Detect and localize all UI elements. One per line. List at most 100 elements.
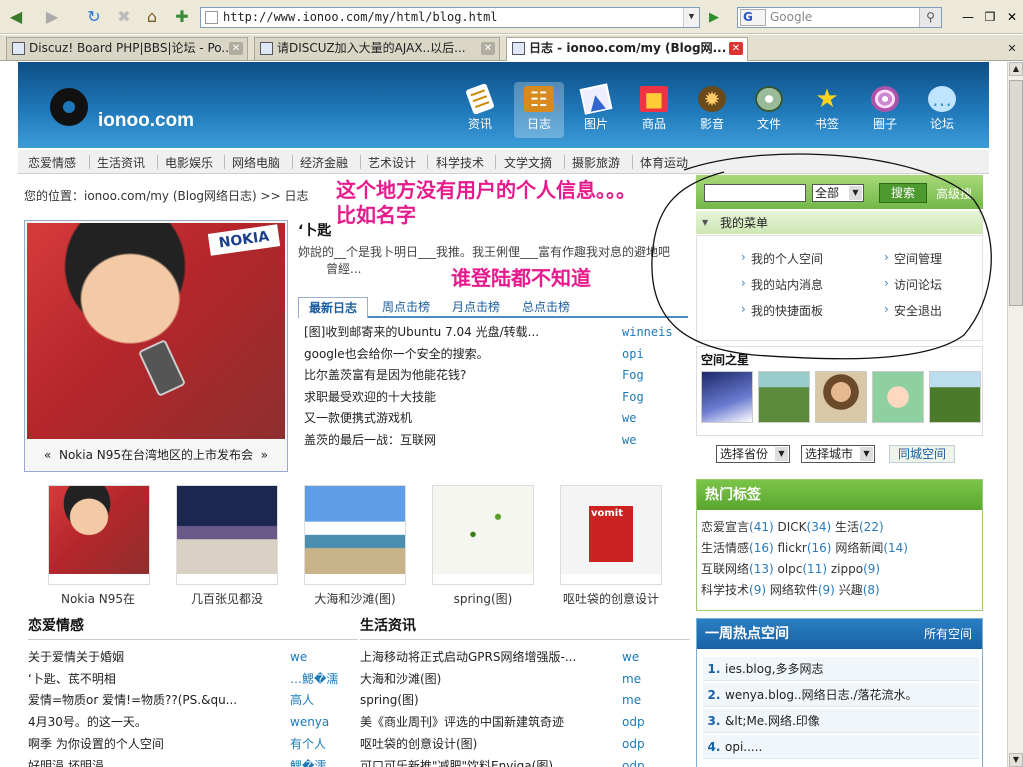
vertical-scrollbar[interactable]: ▲ ▼: [1007, 62, 1023, 767]
list-item-title[interactable]: google也会给你一个安全的搜索。: [304, 344, 489, 364]
city-select[interactable]: 选择城市 ▼: [801, 445, 875, 463]
list-item-title[interactable]: 关于爱情关于婚姻: [28, 647, 124, 668]
back-arrow-icon[interactable]: ◀: [6, 8, 26, 26]
new-tab-icon[interactable]: ✚: [172, 8, 192, 26]
list-item-title[interactable]: 又一款便携式游戏机: [304, 408, 412, 428]
minimize-icon[interactable]: —: [960, 9, 976, 25]
tag-link[interactable]: 互联网络(13): [701, 562, 774, 576]
hot-space-name[interactable]: &lt;Me.网络.印像: [725, 714, 820, 728]
category-link[interactable]: 艺术设计: [368, 154, 416, 171]
list-item-user[interactable]: winneis: [622, 322, 673, 342]
category-link[interactable]: 恋爱情感: [28, 154, 76, 171]
tag-link[interactable]: 兴趣(8): [839, 583, 880, 597]
tab-latest[interactable]: 最新日志: [298, 297, 369, 318]
star-avatar[interactable]: [929, 371, 981, 423]
nav-forum[interactable]: … 论坛: [917, 82, 967, 138]
category-link[interactable]: 生活资讯: [97, 154, 145, 171]
reload-icon[interactable]: ↻: [84, 8, 104, 26]
forward-arrow-icon[interactable]: ▶: [42, 8, 62, 26]
list-item-title[interactable]: 大海和沙滩(图): [360, 669, 441, 690]
tab-blog[interactable]: 日志 - ionoo.com/my (Blog网... ✕: [506, 37, 748, 61]
tag-link[interactable]: olpc(11): [777, 562, 827, 576]
list-item-user[interactable]: me: [622, 690, 641, 711]
hot-space-item[interactable]: 1. ies.blog,多多网志: [703, 657, 979, 681]
my-menu-header[interactable]: ▼ 我的菜单: [696, 210, 983, 234]
menu-visit-forum[interactable]: 访问论坛: [884, 276, 942, 293]
prev-arrow[interactable]: «: [44, 448, 51, 462]
tab-discuz[interactable]: Discuz! Board PHP|BBS|论坛 - Po... ✕: [6, 37, 248, 60]
tab-weekly[interactable]: 周点击榜: [372, 297, 440, 318]
search-button[interactable]: 搜索: [879, 183, 927, 203]
feature-photo[interactable]: NOKIA: [27, 223, 285, 439]
logo-text[interactable]: ionoo.com: [98, 110, 194, 132]
list-item-title[interactable]: spring(图): [360, 690, 419, 711]
tab-total[interactable]: 总点击榜: [512, 297, 580, 318]
city-space-button[interactable]: 同城空间: [889, 445, 955, 463]
tag-link[interactable]: 网络软件(9): [770, 583, 835, 597]
menu-messages[interactable]: 我的站内消息: [741, 276, 823, 293]
search-icon[interactable]: ⚲: [919, 8, 941, 27]
tag-link[interactable]: 恋爱宣言(41): [701, 520, 774, 534]
tag-link[interactable]: 网络新闻(14): [835, 541, 908, 555]
category-link[interactable]: 网络电脑: [232, 154, 280, 171]
section-title-love[interactable]: 恋爱情感: [28, 615, 358, 640]
home-icon[interactable]: ⌂: [142, 8, 162, 26]
tag-link[interactable]: zippo(9): [831, 562, 880, 576]
collapse-triangle-icon[interactable]: ▼: [702, 211, 708, 235]
tab-close-icon[interactable]: ✕: [481, 42, 495, 55]
list-item-user[interactable]: me: [622, 669, 641, 690]
star-avatar[interactable]: [872, 371, 924, 423]
tag-link[interactable]: 生活情感(16): [701, 541, 774, 555]
scroll-up-icon[interactable]: ▲: [1009, 62, 1023, 76]
tab-close-icon[interactable]: ✕: [229, 42, 243, 55]
category-link[interactable]: 科学技术: [436, 154, 484, 171]
advanced-search-link[interactable]: 高级搜: [936, 185, 972, 202]
tag-link[interactable]: flickr(16): [777, 541, 831, 555]
hot-space-name[interactable]: wenya.blog..网络日志./落花流水。: [725, 688, 917, 702]
scroll-thumb[interactable]: [1009, 80, 1023, 306]
list-item-user[interactable]: we: [622, 408, 636, 428]
category-link[interactable]: 摄影旅游: [572, 154, 620, 171]
logo-icon[interactable]: [50, 88, 88, 126]
hot-space-name[interactable]: opi.....: [725, 740, 762, 754]
list-item-user[interactable]: odp: [622, 734, 645, 755]
tag-link[interactable]: DICK(34): [777, 520, 831, 534]
hot-space-item[interactable]: 2. wenya.blog..网络日志./落花流水。: [703, 683, 979, 707]
list-item-title[interactable]: 爱情=物质or 爱情!=物质??(PS.&qu...: [28, 690, 237, 711]
list-item-title[interactable]: 美《商业周刊》评选的中国新建筑奇迹: [360, 712, 564, 733]
list-item-user[interactable]: we: [290, 647, 307, 668]
list-item-user[interactable]: 有个人: [290, 734, 326, 755]
nav-media[interactable]: ✹ 影音: [687, 82, 737, 138]
menu-logout[interactable]: 安全退出: [884, 302, 942, 319]
url-input[interactable]: http://www.ionoo.com/my/html/blog.html ▼: [200, 7, 700, 28]
menu-my-space[interactable]: 我的个人空间: [741, 250, 823, 267]
nav-goods[interactable]: ■ 商品: [629, 82, 679, 138]
thumbnail-caption[interactable]: 几百张见都没: [157, 590, 297, 607]
list-item-user[interactable]: opi: [622, 344, 644, 364]
thumbnail-caption[interactable]: 大海和沙滩(图): [285, 590, 425, 607]
list-item-user[interactable]: we: [622, 647, 639, 668]
go-icon[interactable]: ▶: [704, 8, 724, 27]
thumbnail[interactable]: vomit: [560, 485, 662, 585]
tab-close-icon[interactable]: ✕: [729, 42, 743, 55]
section-title-life[interactable]: 生活资讯: [360, 615, 690, 640]
search-engine-input[interactable]: G Google ⚲: [737, 7, 942, 28]
list-item-title[interactable]: 上海移动将正式启动GPRS网络增强版-...: [360, 647, 576, 668]
list-item-title[interactable]: [图]收到邮寄来的Ubuntu 7.04 光盘/转载...: [304, 322, 539, 342]
next-arrow[interactable]: »: [261, 448, 268, 462]
tab-discuz-ajax[interactable]: 请DISCUZ加入大量的AJAX..以后... ✕: [254, 37, 500, 60]
site-search-input[interactable]: [704, 184, 806, 202]
list-item-title[interactable]: 呕吐袋的创意设计(图): [360, 734, 477, 755]
feature-caption[interactable]: Nokia N95在台湾地区的上市发布会: [59, 446, 253, 463]
tag-link[interactable]: 生活(22): [835, 520, 884, 534]
search-scope-select[interactable]: 全部 ▼: [812, 184, 864, 202]
close-window-icon[interactable]: ✕: [1004, 9, 1020, 25]
thumbnail[interactable]: [48, 485, 150, 585]
star-avatar[interactable]: [758, 371, 810, 423]
tab-monthly[interactable]: 月点击榜: [442, 297, 510, 318]
thumbnail-caption[interactable]: Nokia N95在: [28, 590, 168, 607]
category-link[interactable]: 文学文摘: [504, 154, 552, 171]
list-item-title[interactable]: 盖茨的最后一战：互联网: [304, 430, 436, 450]
list-item-user[interactable]: …鰓�濡: [290, 669, 338, 690]
list-item-user[interactable]: odp: [622, 712, 645, 733]
